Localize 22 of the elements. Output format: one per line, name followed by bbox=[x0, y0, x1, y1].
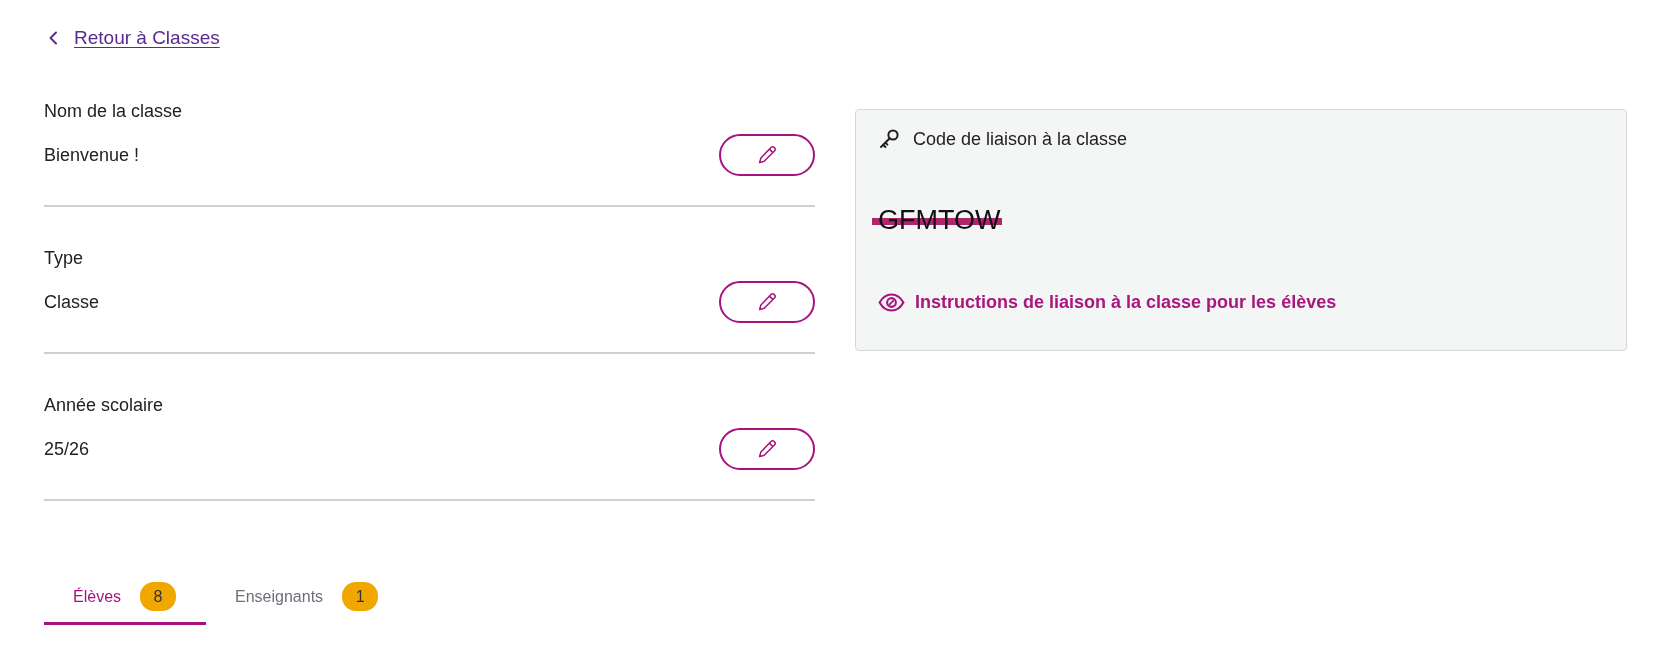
field-label: Année scolaire bbox=[44, 394, 164, 416]
field-value: 25/26 bbox=[44, 438, 90, 460]
edit-button[interactable] bbox=[719, 428, 815, 470]
field-label: Type bbox=[44, 247, 84, 269]
eye-icon bbox=[878, 292, 905, 312]
pencil-icon bbox=[757, 145, 777, 165]
tab[interactable]: Enseignants 1 bbox=[206, 571, 409, 625]
field-label: Nom de la classe bbox=[44, 100, 183, 122]
instructions-link[interactable]: Instructions de liaison à la classe pour les élèves bbox=[878, 289, 1337, 315]
card-title: Code de liaison à la classe bbox=[913, 128, 1128, 150]
count-badge: 8 bbox=[140, 582, 177, 611]
pencil-icon bbox=[757, 292, 777, 312]
chevron-left-icon bbox=[48, 31, 58, 45]
back-link[interactable]: Retour à Classes bbox=[48, 24, 220, 52]
edit-button[interactable] bbox=[719, 281, 815, 323]
key-icon bbox=[878, 128, 900, 150]
pencil-icon bbox=[757, 439, 777, 459]
count-badge: 1 bbox=[342, 582, 379, 611]
edit-button[interactable] bbox=[719, 134, 815, 176]
tab[interactable]: Élèves 8 bbox=[44, 571, 207, 625]
field-value: Bienvenue ! bbox=[44, 144, 140, 166]
field-value: Classe bbox=[44, 291, 100, 313]
